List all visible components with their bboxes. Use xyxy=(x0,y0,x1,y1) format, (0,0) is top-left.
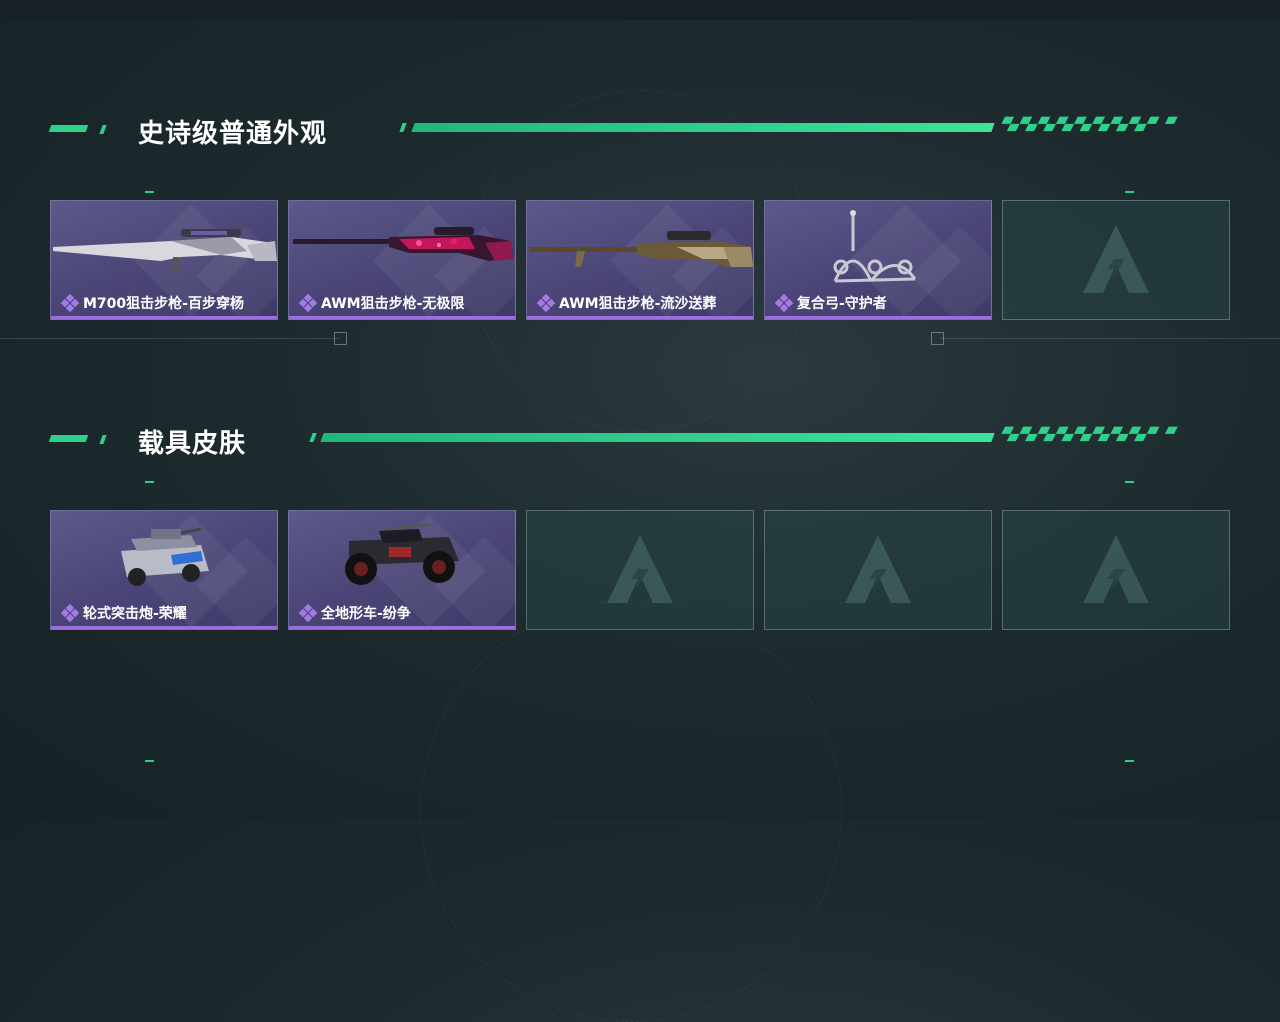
rarity-diamond-icon xyxy=(537,294,555,312)
header-accent-bar xyxy=(399,123,407,132)
skin-name: 全地形车-纷争 xyxy=(321,606,411,622)
empty-slot-logo-icon xyxy=(845,535,911,603)
empty-slot xyxy=(526,510,754,630)
background-ring xyxy=(420,600,842,1022)
section-header-vehicle-skins: 载具皮肤 xyxy=(48,423,1210,459)
corner-tick xyxy=(1125,481,1134,483)
rarity-diamond-icon xyxy=(299,604,317,622)
top-bar xyxy=(0,0,1280,20)
sniper-rifle-awm-sand-icon xyxy=(529,231,753,267)
atv-icon xyxy=(345,523,459,585)
corner-tick xyxy=(145,191,154,193)
section-title: 史诗级普通外观 xyxy=(138,119,328,149)
empty-slot xyxy=(764,510,992,630)
skin-name: AWM狙击步枪-无极限 xyxy=(321,296,465,312)
rarity-diamond-icon xyxy=(299,294,317,312)
header-accent-bar xyxy=(48,125,89,132)
skin-card-armored-vehicle[interactable]: 轮式突击炮-荣耀 xyxy=(50,510,278,630)
header-line xyxy=(320,433,995,442)
empty-slot-logo-icon xyxy=(607,535,673,603)
skin-name: 复合弓-守护者 xyxy=(797,296,887,312)
skin-card-awm-quicksand[interactable]: AWM狙击步枪-流沙送葬 xyxy=(526,200,754,320)
divider-ruler-left xyxy=(0,338,340,339)
corner-tick xyxy=(145,481,154,483)
header-checker-pattern xyxy=(1001,426,1178,442)
skin-card-awm-unlimited[interactable]: AWM狙击步枪-无极限 xyxy=(288,200,516,320)
header-accent-bar xyxy=(48,435,89,442)
header-accent-bar xyxy=(99,435,107,444)
card-label: M700狙击步枪-百步穿杨 xyxy=(61,293,244,313)
card-label: 复合弓-守护者 xyxy=(775,293,887,313)
sniper-rifle-m700-icon xyxy=(53,229,277,273)
empty-slot xyxy=(1002,200,1230,320)
armored-vehicle-icon xyxy=(121,527,209,586)
corner-tick xyxy=(1125,760,1134,762)
skin-card-m700[interactable]: M700狙击步枪-百步穿杨 xyxy=(50,200,278,320)
header-line xyxy=(411,123,995,132)
skin-name: 轮式突击炮-荣耀 xyxy=(83,606,187,622)
empty-slot-logo-icon xyxy=(1083,535,1149,603)
section-title: 载具皮肤 xyxy=(138,429,247,459)
sniper-rifle-awm-red-icon xyxy=(293,227,513,261)
header-checker-pattern xyxy=(1001,116,1178,132)
card-label: 轮式突击炮-荣耀 xyxy=(61,603,187,623)
rarity-diamond-icon xyxy=(61,294,79,312)
section-header-epic-skins: 史诗级普通外观 xyxy=(48,113,1210,149)
compound-bow-icon xyxy=(833,210,917,283)
divider-ruler-right xyxy=(940,338,1280,339)
corner-tick xyxy=(145,760,154,762)
rarity-diamond-icon xyxy=(775,294,793,312)
card-label: 全地形车-纷争 xyxy=(299,603,411,623)
empty-slot-logo-icon xyxy=(1083,225,1149,293)
card-label: AWM狙击步枪-无极限 xyxy=(299,293,464,313)
skin-name: M700狙击步枪-百步穿杨 xyxy=(83,296,244,312)
rarity-diamond-icon xyxy=(61,604,79,622)
empty-slot xyxy=(1002,510,1230,630)
header-accent-bar xyxy=(309,433,317,442)
skin-name: AWM狙击步枪-流沙送葬 xyxy=(559,296,717,312)
ruler-square-left xyxy=(334,332,347,345)
header-accent-bar xyxy=(99,125,107,134)
corner-tick xyxy=(1125,191,1134,193)
skin-card-compound-bow[interactable]: 复合弓-守护者 xyxy=(764,200,992,320)
card-label: AWM狙击步枪-流沙送葬 xyxy=(537,293,716,313)
skin-card-atv[interactable]: 全地形车-纷争 xyxy=(288,510,516,630)
ruler-square-right xyxy=(931,332,944,345)
